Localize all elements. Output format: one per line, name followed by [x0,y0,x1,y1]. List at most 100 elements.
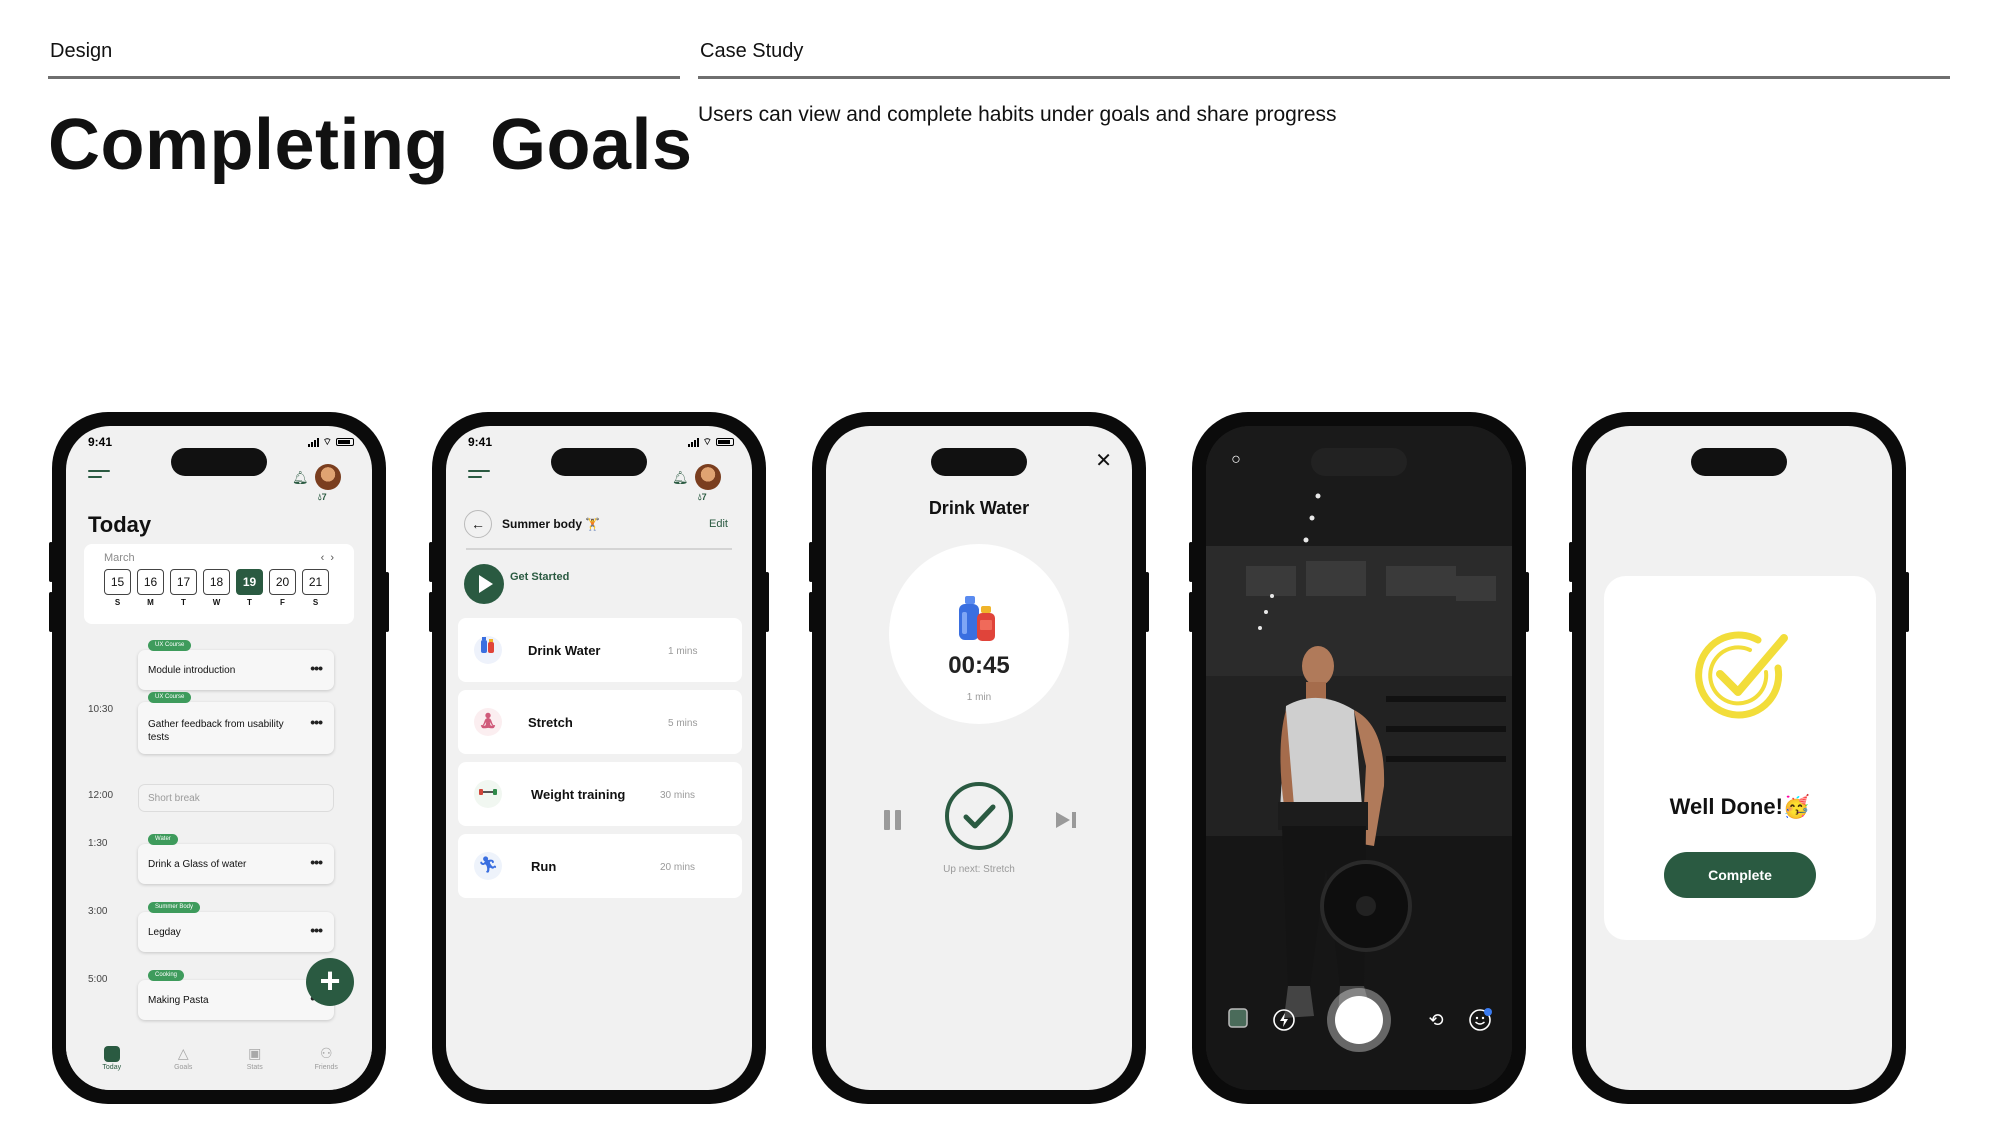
calendar-day[interactable]: 21 S [302,569,329,607]
task-title: Making Pasta [148,995,209,1006]
calendar-day[interactable]: 15 S [104,569,131,607]
task-title: Short break [148,793,200,804]
task-card[interactable]: UX Course Gather feedback from usability… [138,692,334,754]
settings-circle-icon[interactable]: ○ [1224,448,1248,472]
habit-card[interactable]: 🏃︎ Run 20 mins [458,834,742,898]
avatar[interactable] [315,464,341,490]
calendar-day-selected[interactable]: 19 T [236,569,263,607]
phone-side-button [49,592,53,632]
emoji-icon[interactable] [1468,1008,1492,1032]
habit-card[interactable]: 🧘︎ Stretch 5 mins [458,690,742,754]
bell-icon[interactable]: 🔔︎ [292,470,309,486]
calendar-nav[interactable]: ‹› [321,552,340,564]
complete-button[interactable]: Complete [1664,852,1816,898]
tab-stats[interactable]: ▣ Stats [225,1044,285,1090]
more-icon[interactable]: ••• [310,922,323,938]
status-icons: ⌔ [687,436,734,449]
section-label-case-study: Case Study [700,40,804,62]
success-badge-icon [1695,631,1788,719]
task-card[interactable]: Cooking Making Pasta ••• [138,970,334,1020]
timer-circle: 00:45 1 min [889,544,1069,724]
flip-camera-icon[interactable]: ⟲ [1424,1008,1448,1032]
section-label-design: Design [50,40,113,62]
timeline-time: 3:00 [88,906,108,917]
play-icon[interactable] [464,564,504,604]
task-card[interactable]: Summer Body Legday ••• [138,902,334,952]
gallery-icon[interactable] [1226,1008,1250,1032]
avatar[interactable] [695,464,721,490]
more-icon[interactable]: ••• [310,854,323,870]
phone-power-button [765,572,769,632]
status-time: 9:41 [468,435,493,449]
today-screen: 9:41 ⌔ 🔔︎ 💧︎7 Today March ‹› 15 S 16 M 17 T… [66,426,372,1090]
task-title: Module introduction [148,665,236,676]
shutter-button[interactable] [1327,988,1391,1052]
more-icon[interactable]: ••• [310,660,323,676]
water-bottle-icon [959,596,995,641]
task-card[interactable]: Water Drink a Glass of water ••• [138,834,334,884]
calendar-day[interactable]: 18 W [203,569,230,607]
timer-screen: ✕ Drink Water 00:45 1 min Up next: Stret… [826,426,1132,1090]
task-title: Drink a Glass of water [148,859,247,870]
dynamic-island [1691,448,1787,476]
complete-check-button[interactable] [945,782,1013,850]
goal-header: ← Summer body 🏋 Edit [464,510,734,538]
dynamic-island [171,448,267,476]
divider-right [698,76,1950,79]
run-icon: 🏃︎ [474,852,502,880]
flash-icon[interactable] [1272,1008,1296,1032]
edit-button[interactable]: Edit [709,518,728,530]
task-tag: UX Course [148,692,192,703]
habit-name: Run [531,859,557,874]
page-title: Completing Goals [48,105,693,185]
calendar-day[interactable]: 16 M [137,569,164,607]
battery-icon [336,438,354,446]
add-task-button[interactable]: + [306,958,354,1006]
pause-icon[interactable] [884,810,902,830]
habit-duration: 1 mins [668,646,698,657]
friends-icon: ⚇ [319,1045,333,1061]
task-title: Legday [148,927,181,938]
wifi-icon: ⌔ [322,436,332,448]
dynamic-island [931,448,1027,476]
more-icon[interactable]: ••• [310,714,323,730]
phone-timer: ✕ Drink Water 00:45 1 min Up next: Stret… [809,412,1149,1104]
close-icon[interactable]: ✕ [1095,448,1112,473]
well-done-title: Well Done!🥳 [1669,794,1811,819]
streak-count: 💧︎7 [318,492,327,502]
phone-side-button [1569,592,1573,632]
signal-icon [687,437,699,447]
signal-icon [307,437,319,447]
phone-today: 9:41 ⌔ 🔔︎ 💧︎7 Today March ‹› 15 S 16 M 17 T… [49,412,389,1104]
page-subtitle: Users can view and complete habits under… [698,103,1337,126]
up-next-label: Up next: Stretch [943,864,1015,875]
menu-icon[interactable] [468,470,490,482]
bell-icon[interactable]: 🔔︎ [672,470,689,486]
week-calendar: March ‹› 15 S 16 M 17 T 18 W 19 T 20 F 21 S [84,544,354,624]
timer-duration: 1 min [966,692,992,703]
tab-goals[interactable]: △ Goals [153,1044,213,1090]
skip-next-icon[interactable] [1054,810,1078,830]
tab-today[interactable]: Today [82,1044,142,1090]
habit-duration: 30 mins [660,790,696,801]
screen-title: Today [88,512,152,537]
timeline-time: 5:00 [88,974,108,985]
calendar-day[interactable]: 17 T [170,569,197,607]
stretch-icon: 🧘︎ [474,708,502,736]
habit-card[interactable]: Weight training 30 mins [458,762,742,826]
calendar-day[interactable]: 20 F [269,569,296,607]
back-arrow-icon[interactable]: ← [464,510,492,538]
task-card[interactable]: UX Course Module introduction ••• [138,640,334,690]
habit-name: Drink Water [528,643,601,658]
divider-left [48,76,680,79]
goal-screen: 9:41 ⌔ 🔔︎ 💧︎7 ← Summer body 🏋 Edit Get S… [446,426,752,1090]
menu-icon[interactable] [88,470,110,482]
task-card-break[interactable]: Short break [138,784,334,812]
phone-well-done: Well Done!🥳 Complete [1569,412,1909,1104]
habit-duration: 20 mins [660,862,696,873]
get-started-label: Get Started [510,571,570,583]
habit-card[interactable]: Drink Water 1 mins [458,618,742,682]
dumbbell-icon [474,780,502,808]
camera-screen: ○ ⟲ [1206,426,1512,1090]
tab-friends[interactable]: ⚇ Friends [296,1044,356,1090]
